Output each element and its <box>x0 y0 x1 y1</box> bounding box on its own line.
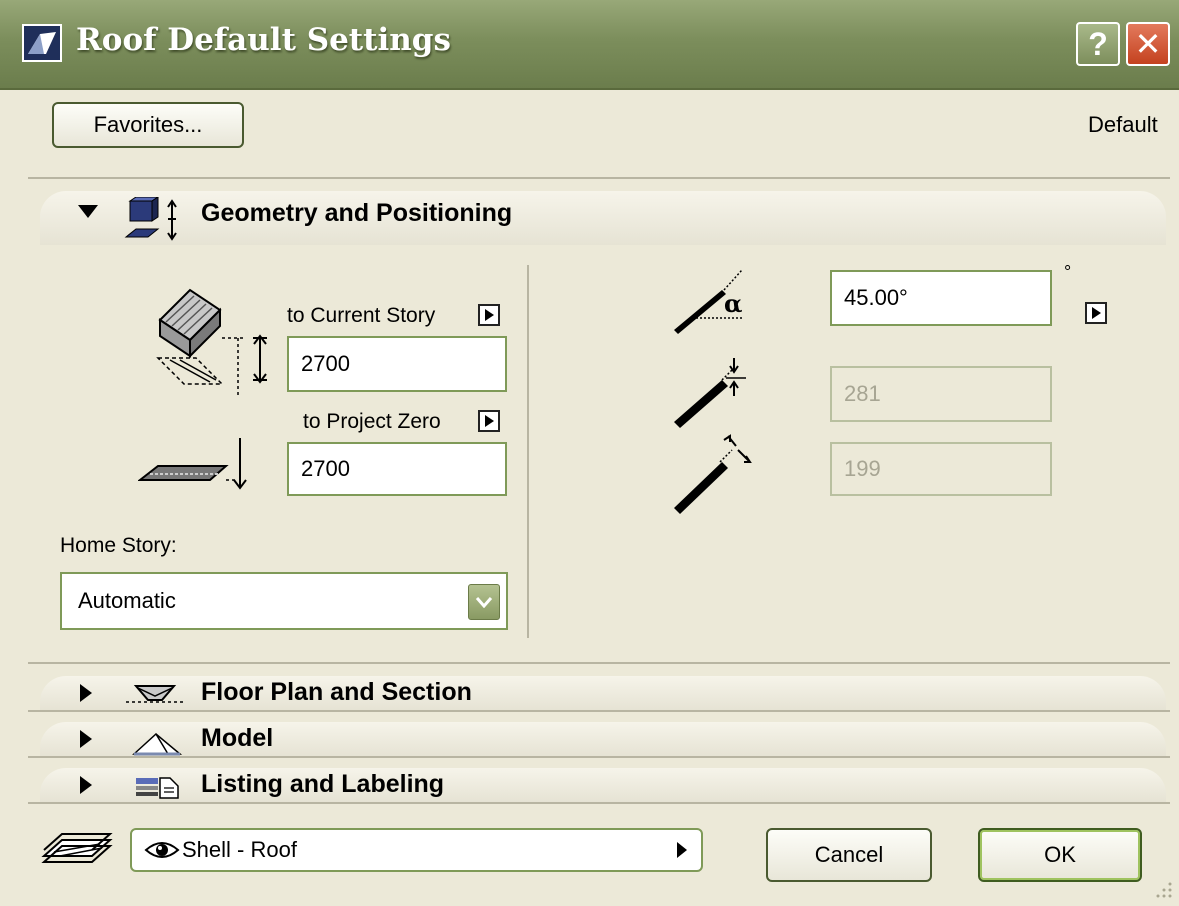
separator <box>28 662 1170 664</box>
roof-thickness-icon <box>674 358 746 428</box>
home-story-label: Home Story: <box>60 534 177 557</box>
section-title-floor-plan: Floor Plan and Section <box>201 678 472 706</box>
layer-value: Shell - Roof <box>182 837 297 862</box>
eye-icon <box>144 842 180 858</box>
section-header-model[interactable]: Model <box>40 722 1166 756</box>
collapsed-triangle-icon <box>80 730 92 748</box>
pitch-arrow-button[interactable] <box>1085 302 1107 324</box>
section-header-geometry[interactable]: Geometry and Positioning <box>40 191 1166 245</box>
roof-thickness-input: 281 <box>830 366 1052 422</box>
resize-grip-icon[interactable] <box>1154 880 1174 900</box>
separator <box>28 710 1170 712</box>
layers-icon <box>41 833 113 863</box>
home-story-value: Automatic <box>78 588 176 613</box>
floor-plan-icon <box>126 685 184 703</box>
expanded-triangle-icon <box>78 205 98 218</box>
section-title-listing: Listing and Labeling <box>201 770 445 798</box>
roof-perpendicular-input: 199 <box>830 442 1052 496</box>
column-divider <box>527 265 529 638</box>
home-story-select[interactable]: Automatic <box>60 572 508 630</box>
window-title: Roof Default Settings <box>76 22 451 58</box>
project-zero-arrow-button[interactable] <box>478 410 500 432</box>
collapsed-triangle-icon <box>80 684 92 702</box>
section-header-floor-plan[interactable]: Floor Plan and Section <box>40 676 1166 710</box>
cancel-button[interactable]: Cancel <box>766 828 932 882</box>
chevron-down-icon[interactable] <box>468 584 500 620</box>
roof-pitch-icon: α <box>674 269 743 334</box>
current-story-arrow-button[interactable] <box>478 304 500 326</box>
section-title-model: Model <box>201 724 274 752</box>
roof-elevation-icon <box>156 288 267 398</box>
model-icon <box>132 733 183 756</box>
roof-settings-dialog: Roof Default Settings ? ✕ Favorites... D… <box>0 0 1179 906</box>
to-current-story-label: to Current Story <box>287 304 436 327</box>
section-title-geometry: Geometry and Positioning <box>201 199 513 227</box>
ok-button[interactable]: OK <box>978 828 1142 882</box>
separator <box>28 756 1170 758</box>
close-button[interactable]: ✕ <box>1126 22 1170 66</box>
favorites-button[interactable]: Favorites... <box>52 102 244 148</box>
layer-select[interactable]: Shell - Roof <box>130 828 703 872</box>
listing-icon <box>136 777 179 799</box>
play-right-icon <box>485 415 494 427</box>
project-zero-offset-input[interactable]: 2700 <box>287 442 507 496</box>
roof-pitch-input[interactable]: 45.00° <box>830 270 1052 326</box>
degree-unit-label: ° <box>1064 262 1072 282</box>
play-right-icon <box>485 309 494 321</box>
separator <box>28 802 1170 804</box>
collapsed-triangle-icon <box>80 776 92 794</box>
separator <box>28 177 1170 179</box>
section-header-listing[interactable]: Listing and Labeling <box>40 768 1166 802</box>
help-button[interactable]: ? <box>1076 22 1120 66</box>
app-icon <box>22 24 62 62</box>
current-story-offset-input[interactable]: 2700 <box>287 336 507 392</box>
play-right-icon <box>1092 307 1101 319</box>
to-project-zero-label: to Project Zero <box>303 410 441 433</box>
play-right-icon <box>677 842 687 858</box>
project-zero-icon <box>138 438 247 490</box>
title-bar[interactable]: Roof Default Settings ? ✕ <box>0 0 1179 90</box>
svg-text:α: α <box>724 289 742 318</box>
roof-perpendicular-thickness-icon <box>674 434 752 514</box>
default-label: Default <box>1088 112 1158 137</box>
geometry-icon <box>124 197 177 241</box>
